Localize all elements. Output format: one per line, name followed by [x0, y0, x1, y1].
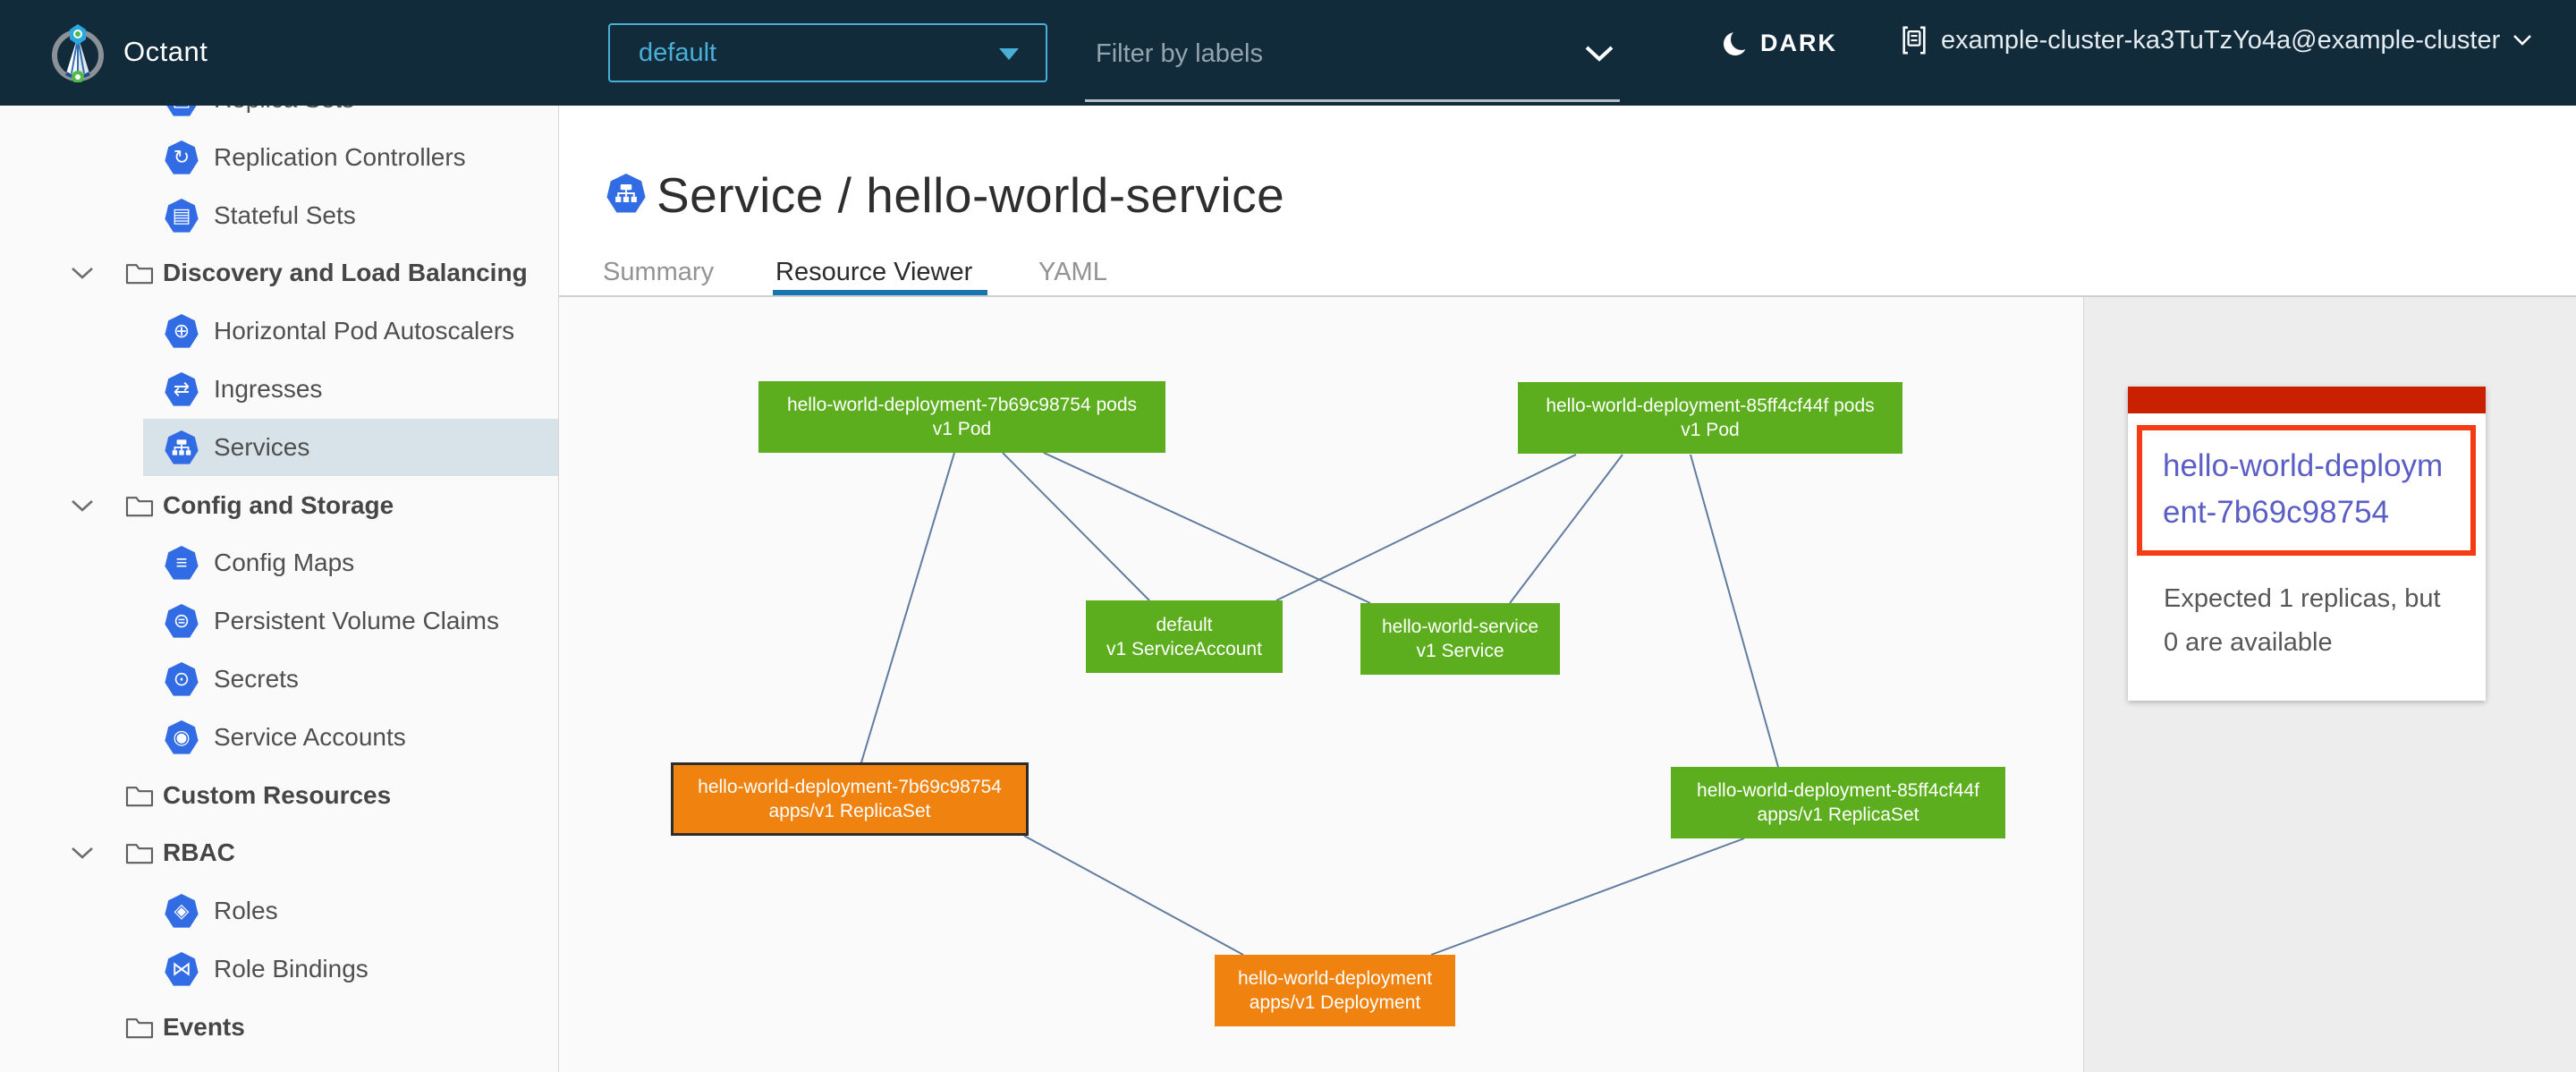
node-kind: apps/v1 ReplicaSet — [769, 799, 931, 823]
context-chevron-down-icon — [2512, 34, 2532, 47]
ingresses-icon: ⇄ — [165, 372, 199, 406]
namespace-caret-icon — [999, 48, 1019, 60]
sidebar-item-service-accounts[interactable]: ◉ Service Accounts — [143, 709, 559, 766]
sidebar-item-roles[interactable]: ◈ Roles — [143, 882, 559, 940]
graph-node-replicaset-85ff4cf44f[interactable]: hello-world-deployment-85ff4cf44fapps/v1… — [1671, 767, 2005, 838]
resource-viewer-graph: hello-world-deployment-7b69c98754 podsv1… — [559, 297, 2083, 1072]
persistent-volume-claims-icon: ⊜ — [165, 604, 199, 638]
node-name: hello-world-deployment-7b69c98754 pods — [787, 393, 1137, 417]
horizontal-pod-autoscalers-icon: ⊕ — [165, 314, 199, 348]
cluster-context-label: example-cluster-ka3TuTzYo4a@example-clus… — [1941, 26, 2500, 55]
sidebar-item-label: Replica Sets — [214, 106, 354, 114]
sidebar-item-stateful-sets[interactable]: ▤ Stateful Sets — [143, 187, 559, 244]
filter-placeholder: Filter by labels — [1096, 39, 1263, 69]
replication-controllers-icon: ↻ — [165, 140, 199, 174]
tab-yaml[interactable]: YAML — [1038, 258, 1107, 287]
sidebar-group-label: Events — [163, 1013, 245, 1042]
service-accounts-icon: ◉ — [165, 720, 199, 754]
sidebar-item-events[interactable]: Events — [0, 999, 559, 1056]
sidebar-item-label: Horizontal Pod Autoscalers — [214, 317, 514, 345]
status-card-danger-bar — [2128, 387, 2486, 413]
sidebar-group-label: RBAC — [163, 838, 235, 867]
node-kind: v1 Pod — [1681, 418, 1739, 442]
page-title: Service / hello-world-service — [657, 166, 1284, 224]
graph-node-serviceaccount-default[interactable]: defaultv1 ServiceAccount — [1086, 600, 1283, 673]
service-resource-icon — [606, 174, 646, 213]
node-name: default — [1156, 613, 1212, 637]
app-header: Octant default Filter by labels DARK exa… — [0, 0, 2576, 106]
sidebar-item-label: Services — [214, 433, 309, 462]
status-message: Expected 1 replicas, but 0 are available — [2164, 577, 2459, 665]
sidebar-item-label: Ingresses — [214, 375, 322, 404]
tab-summary[interactable]: Summary — [603, 258, 714, 287]
filter-chevron-down-icon[interactable] — [1584, 45, 1614, 63]
octant-logo-icon — [48, 23, 107, 82]
services-icon — [165, 430, 199, 464]
node-kind: apps/v1 Deployment — [1250, 991, 1420, 1015]
sidebar-item-config-and-storage[interactable]: Config and Storage — [0, 477, 559, 534]
node-detail-panel: hello-world-deployment-7b69c98754 Expect… — [2083, 297, 2576, 1072]
sidebar-item-discovery-and-load-balancing[interactable]: Discovery and Load Balancing — [0, 244, 559, 302]
graph-node-replicaset-7b69c98754[interactable]: hello-world-deployment-7b69c98754apps/v1… — [671, 762, 1029, 836]
filter-underline — [1085, 99, 1620, 102]
roles-icon: ◈ — [165, 894, 199, 928]
tab-resource-viewer[interactable]: Resource Viewer — [775, 258, 972, 287]
sidebar-item-label: Service Accounts — [214, 723, 406, 752]
node-name: hello-world-service — [1382, 615, 1538, 639]
replica-sets-icon: ▣ — [165, 106, 199, 116]
brand-title: Octant — [123, 36, 208, 68]
secrets-icon: ⊙ — [165, 662, 199, 696]
sidebar-item-config-maps[interactable]: ≡ Config Maps — [143, 534, 559, 591]
sidebar-item-label: Role Bindings — [214, 955, 369, 983]
sidebar-item-secrets[interactable]: ⊙ Secrets — [143, 651, 559, 708]
node-kind: apps/v1 ReplicaSet — [1758, 803, 1919, 827]
sidebar-item-label: Secrets — [214, 665, 299, 693]
stateful-sets-icon: ▤ — [165, 199, 199, 233]
sidebar-item-role-bindings[interactable]: ⋈ Role Bindings — [143, 940, 559, 998]
cluster-icon — [1900, 25, 1928, 55]
graph-node-service-hello-world-service[interactable]: hello-world-servicev1 Service — [1360, 603, 1560, 675]
status-alert-box: hello-world-deployment-7b69c98754 — [2137, 425, 2476, 556]
sidebar-item-label: Replication Controllers — [214, 143, 466, 172]
sidebar-item-label: Roles — [214, 897, 278, 925]
sidebar-group-label: Discovery and Load Balancing — [163, 259, 528, 287]
sidebar-item-ingresses[interactable]: ⇄ Ingresses — [143, 361, 559, 418]
cluster-context-menu[interactable]: example-cluster-ka3TuTzYo4a@example-clus… — [1900, 25, 2532, 55]
sidebar-item-horizontal-pod-autoscalers[interactable]: ⊕ Horizontal Pod Autoscalers — [143, 302, 559, 360]
node-kind: v1 Service — [1416, 639, 1504, 663]
sidebar-group-label: Custom Resources — [163, 781, 391, 810]
moon-icon — [1721, 27, 1750, 59]
role-bindings-icon: ⋈ — [165, 952, 199, 986]
sidebar-item-label: Persistent Volume Claims — [214, 607, 499, 635]
config-maps-icon: ≡ — [165, 546, 199, 580]
sidebar-item-replica-sets[interactable]: ▣ Replica Sets — [143, 106, 559, 128]
sidebar-item-rbac[interactable]: RBAC — [0, 824, 559, 881]
node-kind: v1 Pod — [933, 417, 991, 441]
graph-node-pod-7b69c98754[interactable]: hello-world-deployment-7b69c98754 podsv1… — [758, 381, 1165, 453]
replicaset-link[interactable]: hello-world-deployment-7b69c98754 — [2163, 448, 2443, 530]
dark-label: DARK — [1760, 30, 1837, 57]
node-name: hello-world-deployment-7b69c98754 — [698, 775, 1002, 799]
sidebar-item-services[interactable]: Services — [143, 419, 559, 476]
node-name: hello-world-deployment-85ff4cf44f — [1697, 778, 1979, 803]
namespace-value: default — [639, 38, 716, 68]
sidebar-nav: ▣ Replica Sets ↻ Replication Controllers ▤ St… — [0, 106, 559, 1072]
node-kind: v1 ServiceAccount — [1106, 637, 1262, 661]
sidebar-group-label: Config and Storage — [163, 491, 394, 520]
graph-node-pod-85ff4cf44f[interactable]: hello-world-deployment-85ff4cf44f podsv1… — [1518, 382, 1902, 454]
sidebar-item-persistent-volume-claims[interactable]: ⊜ Persistent Volume Claims — [143, 592, 559, 650]
dark-theme-toggle[interactable]: DARK — [1721, 27, 1837, 59]
node-name: hello-world-deployment — [1238, 966, 1432, 991]
filter-by-labels-input[interactable]: Filter by labels — [1085, 18, 1620, 100]
replicaset-status-card: hello-world-deployment-7b69c98754 Expect… — [2128, 387, 2486, 701]
sidebar-item-label: Stateful Sets — [214, 201, 356, 230]
namespace-select[interactable]: default — [608, 23, 1047, 82]
sidebar-item-replication-controllers[interactable]: ↻ Replication Controllers — [143, 129, 559, 186]
graph-node-deployment-hello-world[interactable]: hello-world-deploymentapps/v1 Deployment — [1215, 955, 1455, 1026]
sidebar-item-custom-resources[interactable]: Custom Resources — [0, 767, 559, 824]
sidebar-item-label: Config Maps — [214, 549, 354, 577]
node-name: hello-world-deployment-85ff4cf44f pods — [1546, 394, 1874, 418]
